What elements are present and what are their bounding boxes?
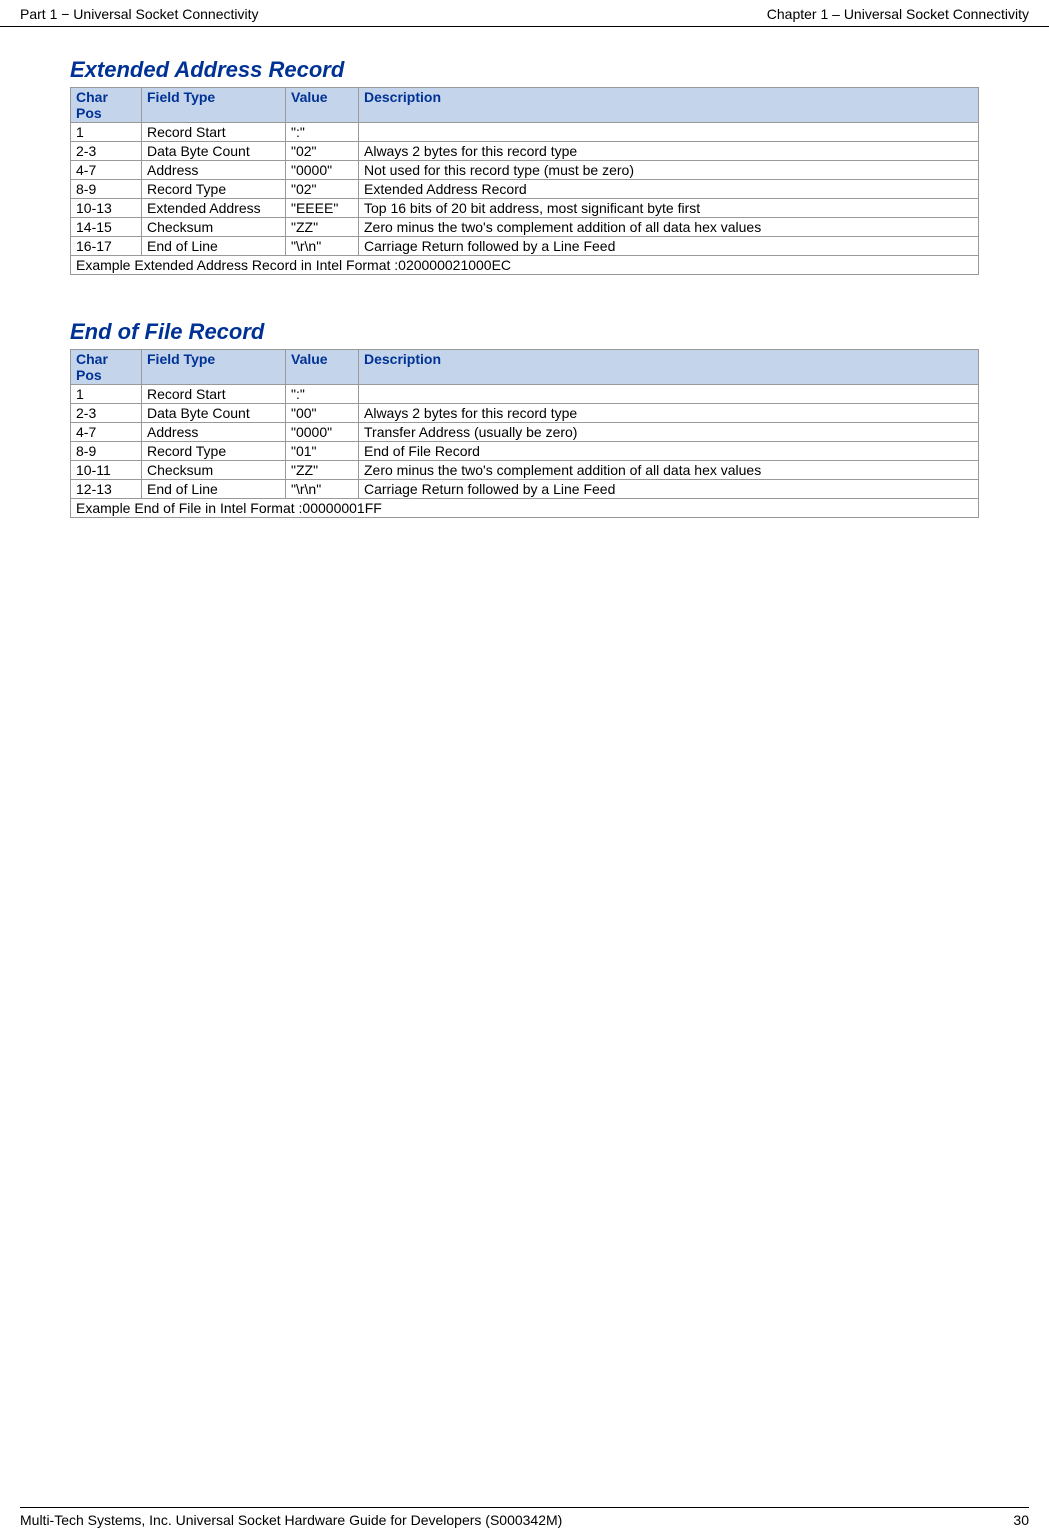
cell-example: Example Extended Address Record in Intel… xyxy=(71,256,979,275)
col-header-fieldtype: Field Type xyxy=(142,88,286,123)
table-row: 10-13 Extended Address "EEEE" Top 16 bit… xyxy=(71,199,979,218)
cell-fieldtype: Checksum xyxy=(142,218,286,237)
cell-charpos: 16-17 xyxy=(71,237,142,256)
cell-charpos: 8-9 xyxy=(71,442,142,461)
cell-description: Carriage Return followed by a Line Feed xyxy=(359,480,979,499)
cell-fieldtype: Data Byte Count xyxy=(142,142,286,161)
col-header-value: Value xyxy=(286,88,359,123)
cell-charpos: 8-9 xyxy=(71,180,142,199)
cell-fieldtype: Record Type xyxy=(142,180,286,199)
table-row: 12-13 End of Line "\r\n" Carriage Return… xyxy=(71,480,979,499)
cell-charpos: 1 xyxy=(71,385,142,404)
header-left: Part 1 − Universal Socket Connectivity xyxy=(20,6,259,22)
cell-fieldtype: Checksum xyxy=(142,461,286,480)
table-header-row: Char Pos Field Type Value Description xyxy=(71,350,979,385)
cell-value: "02" xyxy=(286,142,359,161)
col-header-description: Description xyxy=(359,88,979,123)
cell-value: "\r\n" xyxy=(286,237,359,256)
cell-description: Top 16 bits of 20 bit address, most sign… xyxy=(359,199,979,218)
table-row: 8-9 Record Type "01" End of File Record xyxy=(71,442,979,461)
cell-description: Zero minus the two's complement addition… xyxy=(359,461,979,480)
table-row: 4-7 Address "0000" Transfer Address (usu… xyxy=(71,423,979,442)
cell-description: Carriage Return followed by a Line Feed xyxy=(359,237,979,256)
cell-value: "0000" xyxy=(286,423,359,442)
cell-fieldtype: Address xyxy=(142,161,286,180)
table-row: 10-11 Checksum "ZZ" Zero minus the two's… xyxy=(71,461,979,480)
col-header-description: Description xyxy=(359,350,979,385)
table-header-row: Char Pos Field Type Value Description xyxy=(71,88,979,123)
cell-fieldtype: Address xyxy=(142,423,286,442)
cell-value: "0000" xyxy=(286,161,359,180)
table-row: 2-3 Data Byte Count "02" Always 2 bytes … xyxy=(71,142,979,161)
table-row: 2-3 Data Byte Count "00" Always 2 bytes … xyxy=(71,404,979,423)
table-row: 16-17 End of Line "\r\n" Carriage Return… xyxy=(71,237,979,256)
col-header-fieldtype: Field Type xyxy=(142,350,286,385)
table-row: 4-7 Address "0000" Not used for this rec… xyxy=(71,161,979,180)
cell-fieldtype: Record Start xyxy=(142,385,286,404)
col-header-charpos: Char Pos xyxy=(71,350,142,385)
cell-charpos: 10-13 xyxy=(71,199,142,218)
cell-value: "ZZ" xyxy=(286,218,359,237)
header-right: Chapter 1 – Universal Socket Connectivit… xyxy=(767,6,1029,22)
cell-fieldtype: End of Line xyxy=(142,480,286,499)
table-row: 8-9 Record Type "02" Extended Address Re… xyxy=(71,180,979,199)
cell-value: "ZZ" xyxy=(286,461,359,480)
cell-fieldtype: Record Start xyxy=(142,123,286,142)
cell-description: Always 2 bytes for this record type xyxy=(359,404,979,423)
cell-charpos: 14-15 xyxy=(71,218,142,237)
cell-fieldtype: Extended Address xyxy=(142,199,286,218)
col-header-charpos: Char Pos xyxy=(71,88,142,123)
cell-example: Example End of File in Intel Format :000… xyxy=(71,499,979,518)
cell-description: Not used for this record type (must be z… xyxy=(359,161,979,180)
cell-description xyxy=(359,385,979,404)
cell-value: ":" xyxy=(286,123,359,142)
section-title-extended-address: Extended Address Record xyxy=(70,57,979,83)
cell-fieldtype: End of Line xyxy=(142,237,286,256)
cell-value: "02" xyxy=(286,180,359,199)
cell-fieldtype: Data Byte Count xyxy=(142,404,286,423)
cell-description: Extended Address Record xyxy=(359,180,979,199)
section-title-end-of-file: End of File Record xyxy=(70,319,979,345)
cell-description: Transfer Address (usually be zero) xyxy=(359,423,979,442)
table-row: 1 Record Start ":" xyxy=(71,123,979,142)
cell-charpos: 2-3 xyxy=(71,142,142,161)
cell-charpos: 12-13 xyxy=(71,480,142,499)
cell-value: "\r\n" xyxy=(286,480,359,499)
cell-charpos: 1 xyxy=(71,123,142,142)
cell-description: Always 2 bytes for this record type xyxy=(359,142,979,161)
cell-charpos: 2-3 xyxy=(71,404,142,423)
table-example-row: Example Extended Address Record in Intel… xyxy=(71,256,979,275)
table-row: 1 Record Start ":" xyxy=(71,385,979,404)
table-example-row: Example End of File in Intel Format :000… xyxy=(71,499,979,518)
col-header-value: Value xyxy=(286,350,359,385)
cell-value: "01" xyxy=(286,442,359,461)
page-footer: Multi-Tech Systems, Inc. Universal Socke… xyxy=(20,1507,1029,1528)
footer-left: Multi-Tech Systems, Inc. Universal Socke… xyxy=(20,1512,562,1528)
cell-charpos: 4-7 xyxy=(71,423,142,442)
cell-value: "EEEE" xyxy=(286,199,359,218)
page-header: Part 1 − Universal Socket Connectivity C… xyxy=(0,0,1049,27)
cell-description: Zero minus the two's complement addition… xyxy=(359,218,979,237)
cell-charpos: 10-11 xyxy=(71,461,142,480)
extended-address-table: Char Pos Field Type Value Description 1 … xyxy=(70,87,979,275)
cell-value: ":" xyxy=(286,385,359,404)
cell-charpos: 4-7 xyxy=(71,161,142,180)
cell-fieldtype: Record Type xyxy=(142,442,286,461)
footer-page-number: 30 xyxy=(1013,1512,1029,1528)
cell-value: "00" xyxy=(286,404,359,423)
end-of-file-table: Char Pos Field Type Value Description 1 … xyxy=(70,349,979,518)
cell-description xyxy=(359,123,979,142)
table-row: 14-15 Checksum "ZZ" Zero minus the two's… xyxy=(71,218,979,237)
cell-description: End of File Record xyxy=(359,442,979,461)
page-content: Extended Address Record Char Pos Field T… xyxy=(0,27,1049,518)
